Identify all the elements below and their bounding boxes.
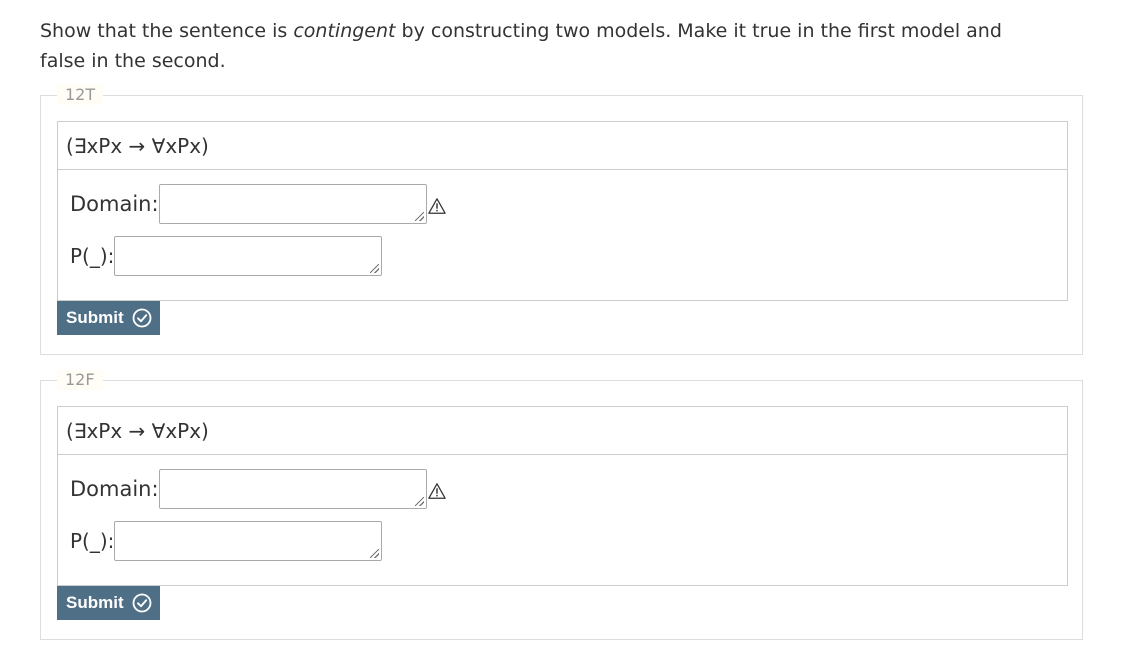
check-circle-icon [132, 593, 152, 613]
domain-input[interactable] [158, 184, 427, 224]
submit-button[interactable]: Submit [57, 586, 160, 620]
domain-label: Domain: [70, 192, 159, 216]
predicate-label: P(_): [70, 244, 115, 268]
resize-handle-icon[interactable] [370, 264, 380, 273]
model-panel-12t: 12T (∃xPx → ∀xPx) Domain: P(_): Submit [40, 85, 1083, 355]
model-card: (∃xPx → ∀xPx) Domain: P(_): [57, 406, 1068, 586]
resize-handle-icon[interactable] [414, 212, 424, 221]
instructions-before: Show that the sentence is [40, 20, 294, 42]
domain-row: Domain: [70, 468, 446, 510]
model-panel-12f: 12F (∃xPx → ∀xPx) Domain: P(_): Submit [40, 370, 1083, 640]
resize-handle-icon[interactable] [370, 549, 380, 558]
predicate-row: P(_): [70, 235, 383, 277]
resize-handle-icon[interactable] [414, 497, 424, 506]
submit-label: Submit [66, 593, 124, 612]
predicate-row: P(_): [70, 520, 383, 562]
instructions-emphasis: contingent [293, 20, 396, 42]
domain-input[interactable] [158, 469, 427, 509]
submit-button[interactable]: Submit [57, 301, 160, 335]
domain-label: Domain: [70, 477, 159, 501]
model-legend: 12F [57, 370, 103, 390]
predicate-extension-input[interactable] [114, 236, 383, 276]
domain-row: Domain: [70, 183, 446, 225]
predicate-label: P(_): [70, 529, 115, 553]
instructions-text: Show that the sentence is contingent by … [40, 16, 1050, 76]
predicate-extension-input[interactable] [114, 521, 383, 561]
submit-label: Submit [66, 308, 124, 327]
model-legend: 12T [57, 85, 104, 105]
warning-triangle-icon [427, 198, 446, 214]
sentence-formula: (∃xPx → ∀xPx) [58, 122, 1067, 170]
model-card: (∃xPx → ∀xPx) Domain: P(_): [57, 121, 1068, 301]
check-circle-icon [132, 308, 152, 328]
warning-triangle-icon [427, 483, 446, 499]
sentence-formula: (∃xPx → ∀xPx) [58, 407, 1067, 455]
